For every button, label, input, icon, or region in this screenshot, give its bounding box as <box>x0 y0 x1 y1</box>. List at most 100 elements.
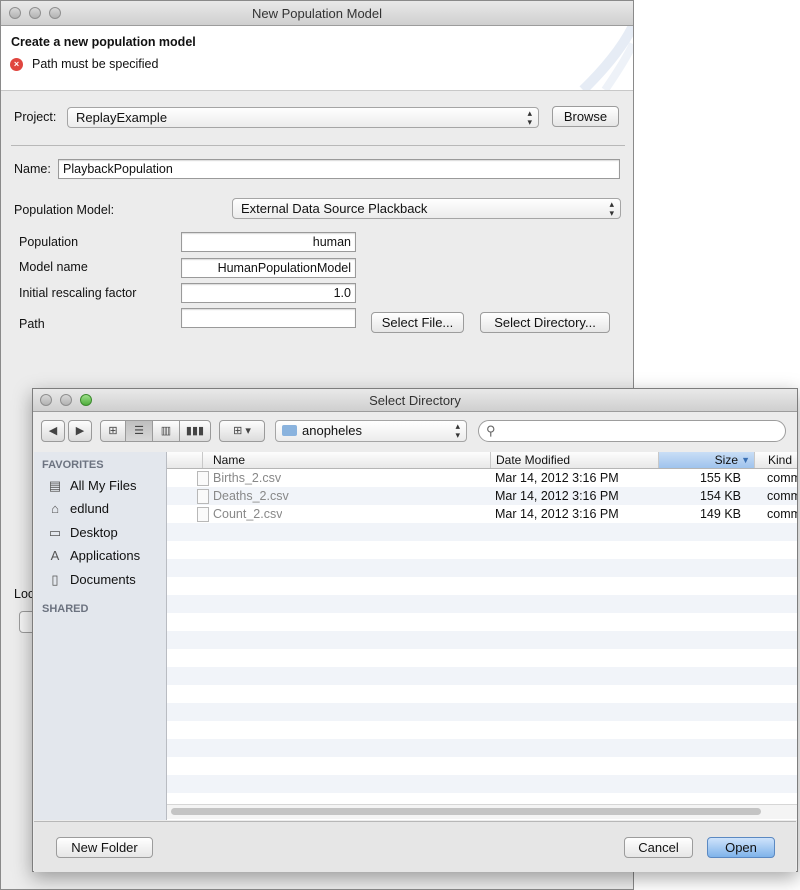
home-icon: ⌂ <box>51 501 59 516</box>
sidebar-item-label: All My Files <box>70 478 137 493</box>
sidebar-item-desktop[interactable]: ▭ Desktop <box>46 523 118 543</box>
sidebar: FAVORITES ▤ All My Files ⌂ edlund ▭ Desktop… <box>34 452 167 820</box>
forward-button[interactable]: ▶ <box>68 420 92 442</box>
list-header: Name Date Modified Size ▼ Kind <box>167 452 797 469</box>
file-kind: comma-separated values <box>767 507 797 521</box>
shared-header: SHARED <box>42 603 89 615</box>
applications-icon: A <box>50 548 60 563</box>
location-select[interactable]: anopheles ▴ ▾ <box>275 420 467 442</box>
model-name-input[interactable]: HumanPopulationModel <box>181 258 356 278</box>
arrange-button[interactable]: ⊞ ▾ <box>219 420 265 442</box>
file-date: Mar 14, 2012 3:16 PM <box>495 507 619 521</box>
file-kind: comma-separated values <box>767 471 797 485</box>
sidebar-item-edlund[interactable]: ⌂ edlund <box>46 499 109 519</box>
table-row[interactable]: Births_2.csv Mar 14, 2012 3:16 PM 155 KB… <box>167 469 797 487</box>
file-list: Name Date Modified Size ▼ Kind Births_2.… <box>167 452 797 820</box>
stepper-arrows-icon: ▴ ▾ <box>455 421 460 440</box>
dialog-title: Select Directory <box>369 393 461 408</box>
population-label: Population <box>19 235 79 249</box>
window-titlebar: New Population Model <box>1 1 633 26</box>
file-icon <box>197 507 209 522</box>
population-model-value: External Data Source Plackback <box>241 201 428 216</box>
new-folder-button[interactable]: New Folder <box>56 837 153 858</box>
model-name-label: Model name <box>19 260 88 274</box>
sidebar-item-all-my-files[interactable]: ▤ All My Files <box>46 476 137 496</box>
desktop-icon: ▭ <box>48 525 62 540</box>
empty-row-stripe <box>167 667 797 685</box>
list-view-icon: ☰ <box>134 425 144 437</box>
file-name: Deaths_2.csv <box>213 489 289 503</box>
banner-decoration-icon <box>579 26 633 90</box>
file-size: 154 KB <box>699 489 741 503</box>
coverflow-view-button[interactable]: ▮▮▮ <box>179 420 211 442</box>
header-spacer <box>167 452 203 468</box>
column-view-icon: ▥ <box>160 425 172 437</box>
project-value: ReplayExample <box>76 110 168 125</box>
cancel-button[interactable]: Cancel <box>624 837 693 858</box>
path-label: Path <box>19 317 45 331</box>
sidebar-item-label: Applications <box>70 548 141 563</box>
list-view-button[interactable]: ☰ <box>125 420 153 442</box>
documents-icon: ▯ <box>51 572 59 587</box>
arrange-icon: ⊞ <box>233 425 243 437</box>
empty-row-stripe <box>167 559 797 577</box>
select-directory-button[interactable]: Select Directory... <box>480 312 610 333</box>
file-icon <box>197 471 209 486</box>
open-button[interactable]: Open <box>707 837 775 858</box>
table-row[interactable]: Deaths_2.csv Mar 14, 2012 3:16 PM 154 KB… <box>167 487 797 505</box>
project-select[interactable]: ReplayExample ▴ ▾ <box>67 107 539 128</box>
stepper-arrows-icon: ▴ ▾ <box>527 108 532 127</box>
sidebar-item-label: Desktop <box>70 525 118 540</box>
table-row[interactable]: Count_2.csv Mar 14, 2012 3:16 PM 149 KB … <box>167 505 797 523</box>
date-column-header[interactable]: Date Modified <box>491 452 659 468</box>
scrollbar-thumb[interactable] <box>171 808 761 815</box>
coverflow-view-icon: ▮▮▮ <box>185 425 205 437</box>
search-icon: ⚲ <box>486 423 496 438</box>
file-icon <box>197 489 209 504</box>
file-date: Mar 14, 2012 3:16 PM <box>495 471 619 485</box>
empty-row-stripe <box>167 631 797 649</box>
select-directory-dialog: Select Directory ◀ ▶ ⊞ ☰ ▥ ▮▮▮ ⊞ ▾ anoph… <box>32 388 798 872</box>
size-column-label: Size <box>714 453 738 467</box>
sidebar-item-label: Documents <box>70 572 136 587</box>
select-file-button[interactable]: Select File... <box>371 312 464 333</box>
divider <box>11 145 625 146</box>
file-size: 155 KB <box>699 471 741 485</box>
location-value: anopheles <box>302 423 362 438</box>
sidebar-item-documents[interactable]: ▯ Documents <box>46 570 136 590</box>
file-name: Count_2.csv <box>213 507 283 521</box>
error-icon: × <box>10 58 23 71</box>
back-button[interactable]: ◀ <box>41 420 65 442</box>
empty-row-stripe <box>167 775 797 793</box>
empty-row-stripe <box>167 703 797 721</box>
file-name: Births_2.csv <box>213 471 282 485</box>
empty-row-stripe <box>167 739 797 757</box>
population-model-select[interactable]: External Data Source Plackback ▴ ▾ <box>232 198 621 219</box>
window-title: New Population Model <box>251 6 383 21</box>
name-label: Name: <box>14 162 51 176</box>
stepper-arrows-icon: ▴ ▾ <box>609 199 614 218</box>
kind-column-header[interactable]: Kind <box>763 452 797 468</box>
error-message: Path must be specified <box>32 57 159 71</box>
sidebar-item-applications[interactable]: A Applications <box>46 546 140 566</box>
icon-view-button[interactable]: ⊞ <box>100 420 126 442</box>
population-input[interactable]: human <box>181 232 356 252</box>
sidebar-item-label: edlund <box>70 501 110 516</box>
all-files-icon: ▤ <box>48 478 62 493</box>
wizard-heading: Create a new population model <box>11 35 196 49</box>
wizard-header: Create a new population model × Path mus… <box>1 26 633 91</box>
path-input[interactable] <box>181 308 356 328</box>
file-size: 149 KB <box>699 507 741 521</box>
size-column-header[interactable]: Size ▼ <box>659 452 755 468</box>
sort-descending-icon: ▼ <box>741 455 750 465</box>
population-model-label: Population Model: <box>14 203 115 217</box>
column-view-button[interactable]: ▥ <box>152 420 180 442</box>
browse-button[interactable]: Browse <box>552 106 619 127</box>
search-input[interactable]: ⚲ <box>478 420 786 442</box>
name-input[interactable]: PlaybackPopulation <box>58 159 620 179</box>
rescaling-input[interactable]: 1.0 <box>181 283 356 303</box>
horizontal-scrollbar[interactable] <box>167 804 797 819</box>
folder-icon <box>282 425 297 436</box>
favorites-header: FAVORITES <box>42 459 104 471</box>
name-column-header[interactable]: Name <box>203 452 491 468</box>
